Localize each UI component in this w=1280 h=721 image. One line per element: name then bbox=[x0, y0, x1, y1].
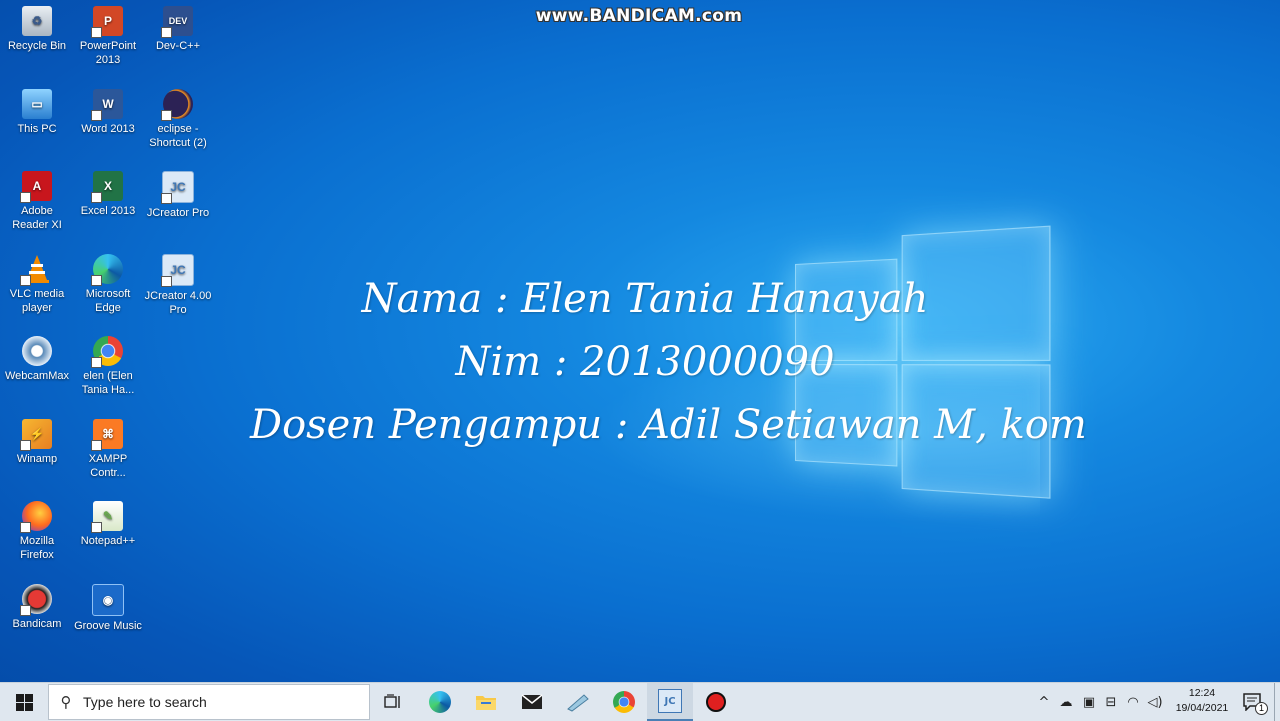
recycle-bin-icon: ♻ bbox=[22, 6, 52, 36]
action-center-button[interactable]: 1 bbox=[1238, 683, 1268, 721]
ruler-app-icon bbox=[567, 694, 589, 712]
edge-icon bbox=[429, 691, 451, 713]
chrome-icon bbox=[91, 336, 123, 368]
task-view-icon bbox=[384, 694, 400, 708]
desktop-icon-word[interactable]: W Word 2013 bbox=[73, 89, 143, 136]
desktop-icon-jcreator-pro[interactable]: JC JCreator Pro bbox=[143, 171, 213, 220]
devcpp-icon: DEV bbox=[161, 6, 193, 38]
eclipse-icon bbox=[161, 89, 193, 121]
notepadpp-icon: ✎ bbox=[91, 501, 123, 533]
clock-date: 19/04/2021 bbox=[1175, 702, 1229, 714]
desktop-icon-xampp[interactable]: ⌘ XAMPP Contr... bbox=[73, 419, 143, 480]
overlay-name-line: Nama : Elen Tania Hanayah bbox=[361, 276, 929, 322]
desktop-icon-webcammax[interactable]: WebcamMax bbox=[2, 336, 72, 383]
desktop-icon-this-pc[interactable]: ▭ This PC bbox=[2, 89, 72, 136]
overlay-nim-line: Nim : 2013000090 bbox=[455, 339, 835, 385]
bandicam-watermark: www.BANDICAM.com bbox=[535, 6, 743, 26]
taskbar: ⚲ Type here to search JC ^ ☁ ▣ ⊟ ◠ ◁) 12… bbox=[0, 682, 1280, 721]
desktop-icon-eclipse[interactable]: eclipse - Shortcut (2) bbox=[143, 89, 213, 150]
desktop[interactable]: www.BANDICAM.com ♻ Recycle Bin ▭ This PC… bbox=[0, 0, 1280, 682]
desktop-icon-edge[interactable]: Microsoft Edge bbox=[73, 254, 143, 315]
folder-icon bbox=[476, 696, 496, 710]
usb-device-icon[interactable]: ⊟ bbox=[1100, 683, 1122, 721]
desktop-icon-firefox[interactable]: Mozilla Firefox bbox=[2, 501, 72, 562]
desktop-icon-recycle-bin[interactable]: ♻ Recycle Bin bbox=[2, 6, 72, 53]
onedrive-cloud-icon[interactable]: ☁ bbox=[1055, 683, 1077, 721]
jcreator-icon: JC bbox=[658, 689, 682, 713]
desktop-icon-winamp[interactable]: ⚡ Winamp bbox=[2, 419, 72, 466]
edge-icon bbox=[91, 254, 123, 286]
windows-start-icon bbox=[15, 693, 33, 711]
taskbar-mail[interactable] bbox=[509, 683, 555, 721]
winamp-icon: ⚡ bbox=[20, 419, 52, 451]
clock-time: 12:24 bbox=[1188, 687, 1216, 699]
desktop-icon-bandicam[interactable]: Bandicam bbox=[2, 584, 72, 631]
taskbar-search-box[interactable]: ⚲ Type here to search bbox=[48, 684, 370, 720]
taskbar-bandicam[interactable] bbox=[693, 683, 739, 721]
word-icon: W bbox=[91, 89, 123, 121]
chrome-icon bbox=[613, 691, 635, 713]
volume-speaker-icon[interactable]: ◁) bbox=[1144, 683, 1166, 721]
video-text-overlay: Nama : Elen Tania Hanayah Nim : 20130000… bbox=[250, 268, 1087, 457]
desktop-icon-excel[interactable]: X Excel 2013 bbox=[73, 171, 143, 218]
notification-count-badge: 1 bbox=[1255, 702, 1268, 715]
record-icon bbox=[706, 692, 726, 712]
system-clock[interactable]: 12:24 19/04/2021 bbox=[1166, 686, 1238, 716]
taskbar-chrome[interactable] bbox=[601, 683, 647, 721]
taskbar-edge[interactable] bbox=[417, 683, 463, 721]
bandicam-icon bbox=[20, 584, 52, 616]
desktop-icon-chrome-profile[interactable]: elen (Elen Tania Ha... bbox=[73, 336, 143, 397]
meet-now-icon[interactable]: ▣ bbox=[1078, 683, 1100, 721]
desktop-icon-vlc[interactable]: VLC media player bbox=[2, 254, 72, 315]
desktop-icon-groove-music[interactable]: ◉ Groove Music bbox=[73, 584, 143, 633]
webcam-icon bbox=[22, 336, 52, 366]
jcreator-icon: JC bbox=[161, 254, 194, 287]
start-button[interactable] bbox=[0, 683, 48, 721]
adobe-reader-icon: A bbox=[20, 171, 52, 203]
task-view-button[interactable] bbox=[370, 683, 416, 721]
search-icon: ⚲ bbox=[60, 693, 72, 711]
computer-icon: ▭ bbox=[22, 89, 52, 119]
wifi-icon[interactable]: ◠ bbox=[1122, 683, 1144, 721]
desktop-icon-powerpoint[interactable]: P PowerPoint 2013 bbox=[73, 6, 143, 67]
excel-icon: X bbox=[91, 171, 123, 203]
taskbar-jcreator[interactable]: JC bbox=[647, 683, 693, 721]
show-hidden-icons-chevron-up-icon[interactable]: ^ bbox=[1034, 683, 1054, 721]
firefox-icon bbox=[20, 501, 52, 533]
mail-icon bbox=[521, 694, 543, 709]
groove-music-icon: ◉ bbox=[92, 584, 124, 616]
desktop-icon-jcreator-4[interactable]: JC JCreator 4.00 Pro bbox=[143, 254, 213, 317]
overlay-lecturer-line: Dosen Pengampu : Adil Setiawan M, kom bbox=[250, 402, 1087, 448]
taskbar-app-ruler[interactable] bbox=[555, 683, 601, 721]
desktop-icon-adobe-reader[interactable]: A Adobe Reader XI bbox=[2, 171, 72, 232]
show-desktop-button[interactable] bbox=[1274, 683, 1280, 721]
taskbar-file-explorer[interactable] bbox=[463, 683, 509, 721]
desktop-icon-notepadpp[interactable]: ✎ Notepad++ bbox=[73, 501, 143, 548]
search-placeholder: Type here to search bbox=[83, 694, 207, 710]
jcreator-icon: JC bbox=[161, 171, 194, 204]
vlc-cone-icon bbox=[20, 254, 52, 286]
powerpoint-icon: P bbox=[91, 6, 123, 38]
xampp-icon: ⌘ bbox=[91, 419, 123, 451]
desktop-icon-devcpp[interactable]: DEV Dev-C++ bbox=[143, 6, 213, 53]
